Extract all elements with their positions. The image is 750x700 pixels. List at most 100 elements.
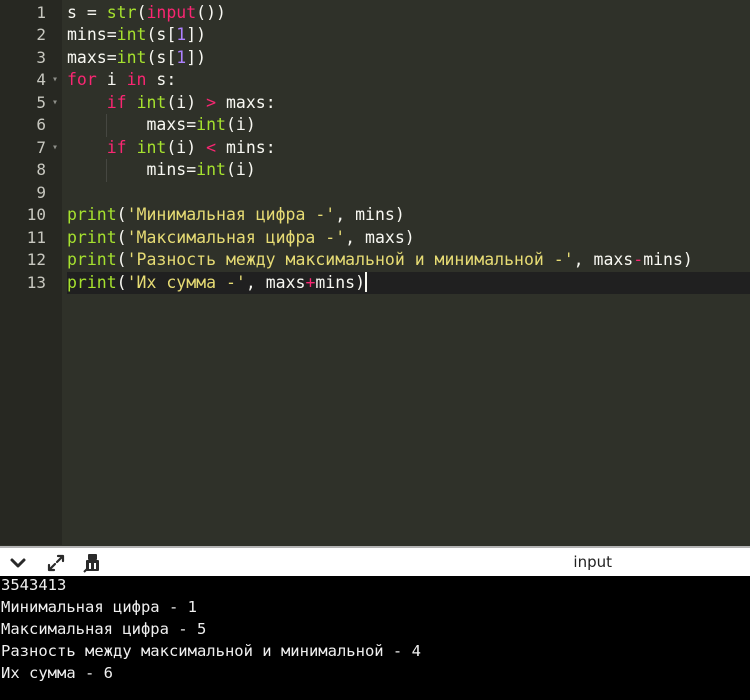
code-token: ()) [196,2,226,22]
code-token: 'Минимальная цифра -' [126,205,336,224]
chevron-down-icon[interactable] [7,552,29,574]
line-number-text: 7 [36,137,46,157]
indent-guide [105,114,107,137]
code-line[interactable]: if int(i) > maxs: [67,92,750,115]
code-token: 1 [176,47,187,67]
code-line[interactable]: mins=int(i) [67,159,750,182]
line-number: 5 ▾ [0,92,62,115]
expand-icon[interactable] [45,552,67,574]
code-token: int [136,92,167,112]
line-number-gutter: 1 2 3 4 ▾ 5 ▾ 6 7 ▾ 8 9 10 11 12 13 [0,0,62,545]
code-token: 'Их сумма -' [126,272,246,292]
code-token: < [206,137,217,157]
fold-arrow-icon[interactable]: ▾ [52,69,58,92]
code-token: mins) [315,272,366,292]
line-number-text: 3 [36,47,46,67]
code-token: ( [116,272,127,292]
fold-arrow-icon[interactable]: ▾ [52,92,58,115]
code-token: int [136,137,167,157]
code-token: (i) [166,92,207,112]
code-token: (s[ [146,47,177,67]
line-number-text: 12 [26,250,46,269]
code-token: str [106,2,137,22]
console-line: Разность между максимальной и минимально… [1,642,421,660]
indent-guide [105,159,107,182]
line-number: 8 [0,159,62,182]
line-number-text: 11 [26,227,46,247]
code-line[interactable]: print('Их сумма -', maxs+mins) [67,271,750,294]
code-token: if [106,137,127,157]
line-number: 1 [0,2,62,25]
code-token: 1 [176,25,187,44]
code-token: print [67,205,117,224]
code-token: ( [116,227,127,247]
code-line[interactable]: maxs=int(i) [67,114,750,137]
code-token: (i) [225,160,256,179]
code-token: s = [67,2,107,22]
code-token: int [116,47,147,67]
line-number-text: 13 [26,272,46,292]
code-token: maxs= [67,47,117,67]
code-token: in [126,70,147,89]
code-token: , maxs) [345,227,415,247]
console-toolbar: input [0,546,750,576]
code-token: maxs: [216,92,276,112]
code-line[interactable]: for i in s: [67,69,750,92]
code-line[interactable]: print('Разность между максимальной и мин… [67,249,750,272]
console-line: Максимальная цифра - 5 [1,620,207,638]
code-token: , maxs [573,250,634,269]
code-token: int [116,25,147,44]
code-line[interactable]: maxs=int(s[1]) [67,47,750,70]
fold-arrow-icon[interactable]: ▾ [52,137,58,160]
code-token: ( [116,205,127,224]
code-token: mins) [643,250,693,269]
code-token: if [106,92,127,112]
code-token: print [67,227,117,247]
code-line[interactable]: print('Максимальная цифра -', maxs) [67,227,750,250]
line-number: 4 ▾ [0,69,62,92]
code-token: ( [136,2,147,22]
line-number: 3 [0,47,62,70]
code-token: int [196,115,226,134]
code-line[interactable]: if int(i) < mins: [67,137,750,160]
code-token: int [196,160,226,179]
code-token: mins: [216,137,276,157]
code-line[interactable]: s = str(input()) [67,2,750,25]
line-number-text: 4 [36,70,46,89]
line-number-text: 10 [26,205,46,224]
code-token: , maxs [245,272,306,292]
line-number-text: 8 [36,160,46,179]
line-number: 9 [0,182,62,205]
console-title: input [573,553,612,571]
code-token: print [67,272,117,292]
line-number-text: 1 [36,2,46,22]
text-cursor [365,271,368,292]
code-token: mins= [67,25,117,44]
line-number: 7 ▾ [0,137,62,160]
line-number: 11 [0,227,62,250]
code-token: mins= [67,160,197,179]
console-output: 3543413 Минимальная цифра - 1 Максимальная… [0,576,750,700]
code-token: for [67,70,97,89]
code-token: - [633,250,644,269]
code-token: (s[ [146,25,177,44]
clear-console-icon[interactable] [82,552,104,574]
code-token: s: [146,70,177,89]
code-token: print [67,250,117,269]
code-line[interactable]: print('Минимальная цифра -', mins) [67,204,750,227]
line-number: 2 [0,24,62,47]
code-editor[interactable]: 1 2 3 4 ▾ 5 ▾ 6 7 ▾ 8 9 10 11 12 13 s = str(input()) min… [0,0,750,545]
console-line: Их сумма - 6 [1,664,113,682]
code-line[interactable] [67,182,750,205]
ide-window: 1 2 3 4 ▾ 5 ▾ 6 7 ▾ 8 9 10 11 12 13 s = str(input()) min… [0,0,750,700]
line-number: 6 [0,114,62,137]
code-token: , mins) [335,205,405,224]
line-number-text: 6 [36,115,46,134]
code-token: ( [116,250,127,269]
line-number: 10 [0,204,62,227]
console-line: 3543413 [1,576,67,594]
code-line[interactable]: mins=int(s[1]) [67,24,750,47]
